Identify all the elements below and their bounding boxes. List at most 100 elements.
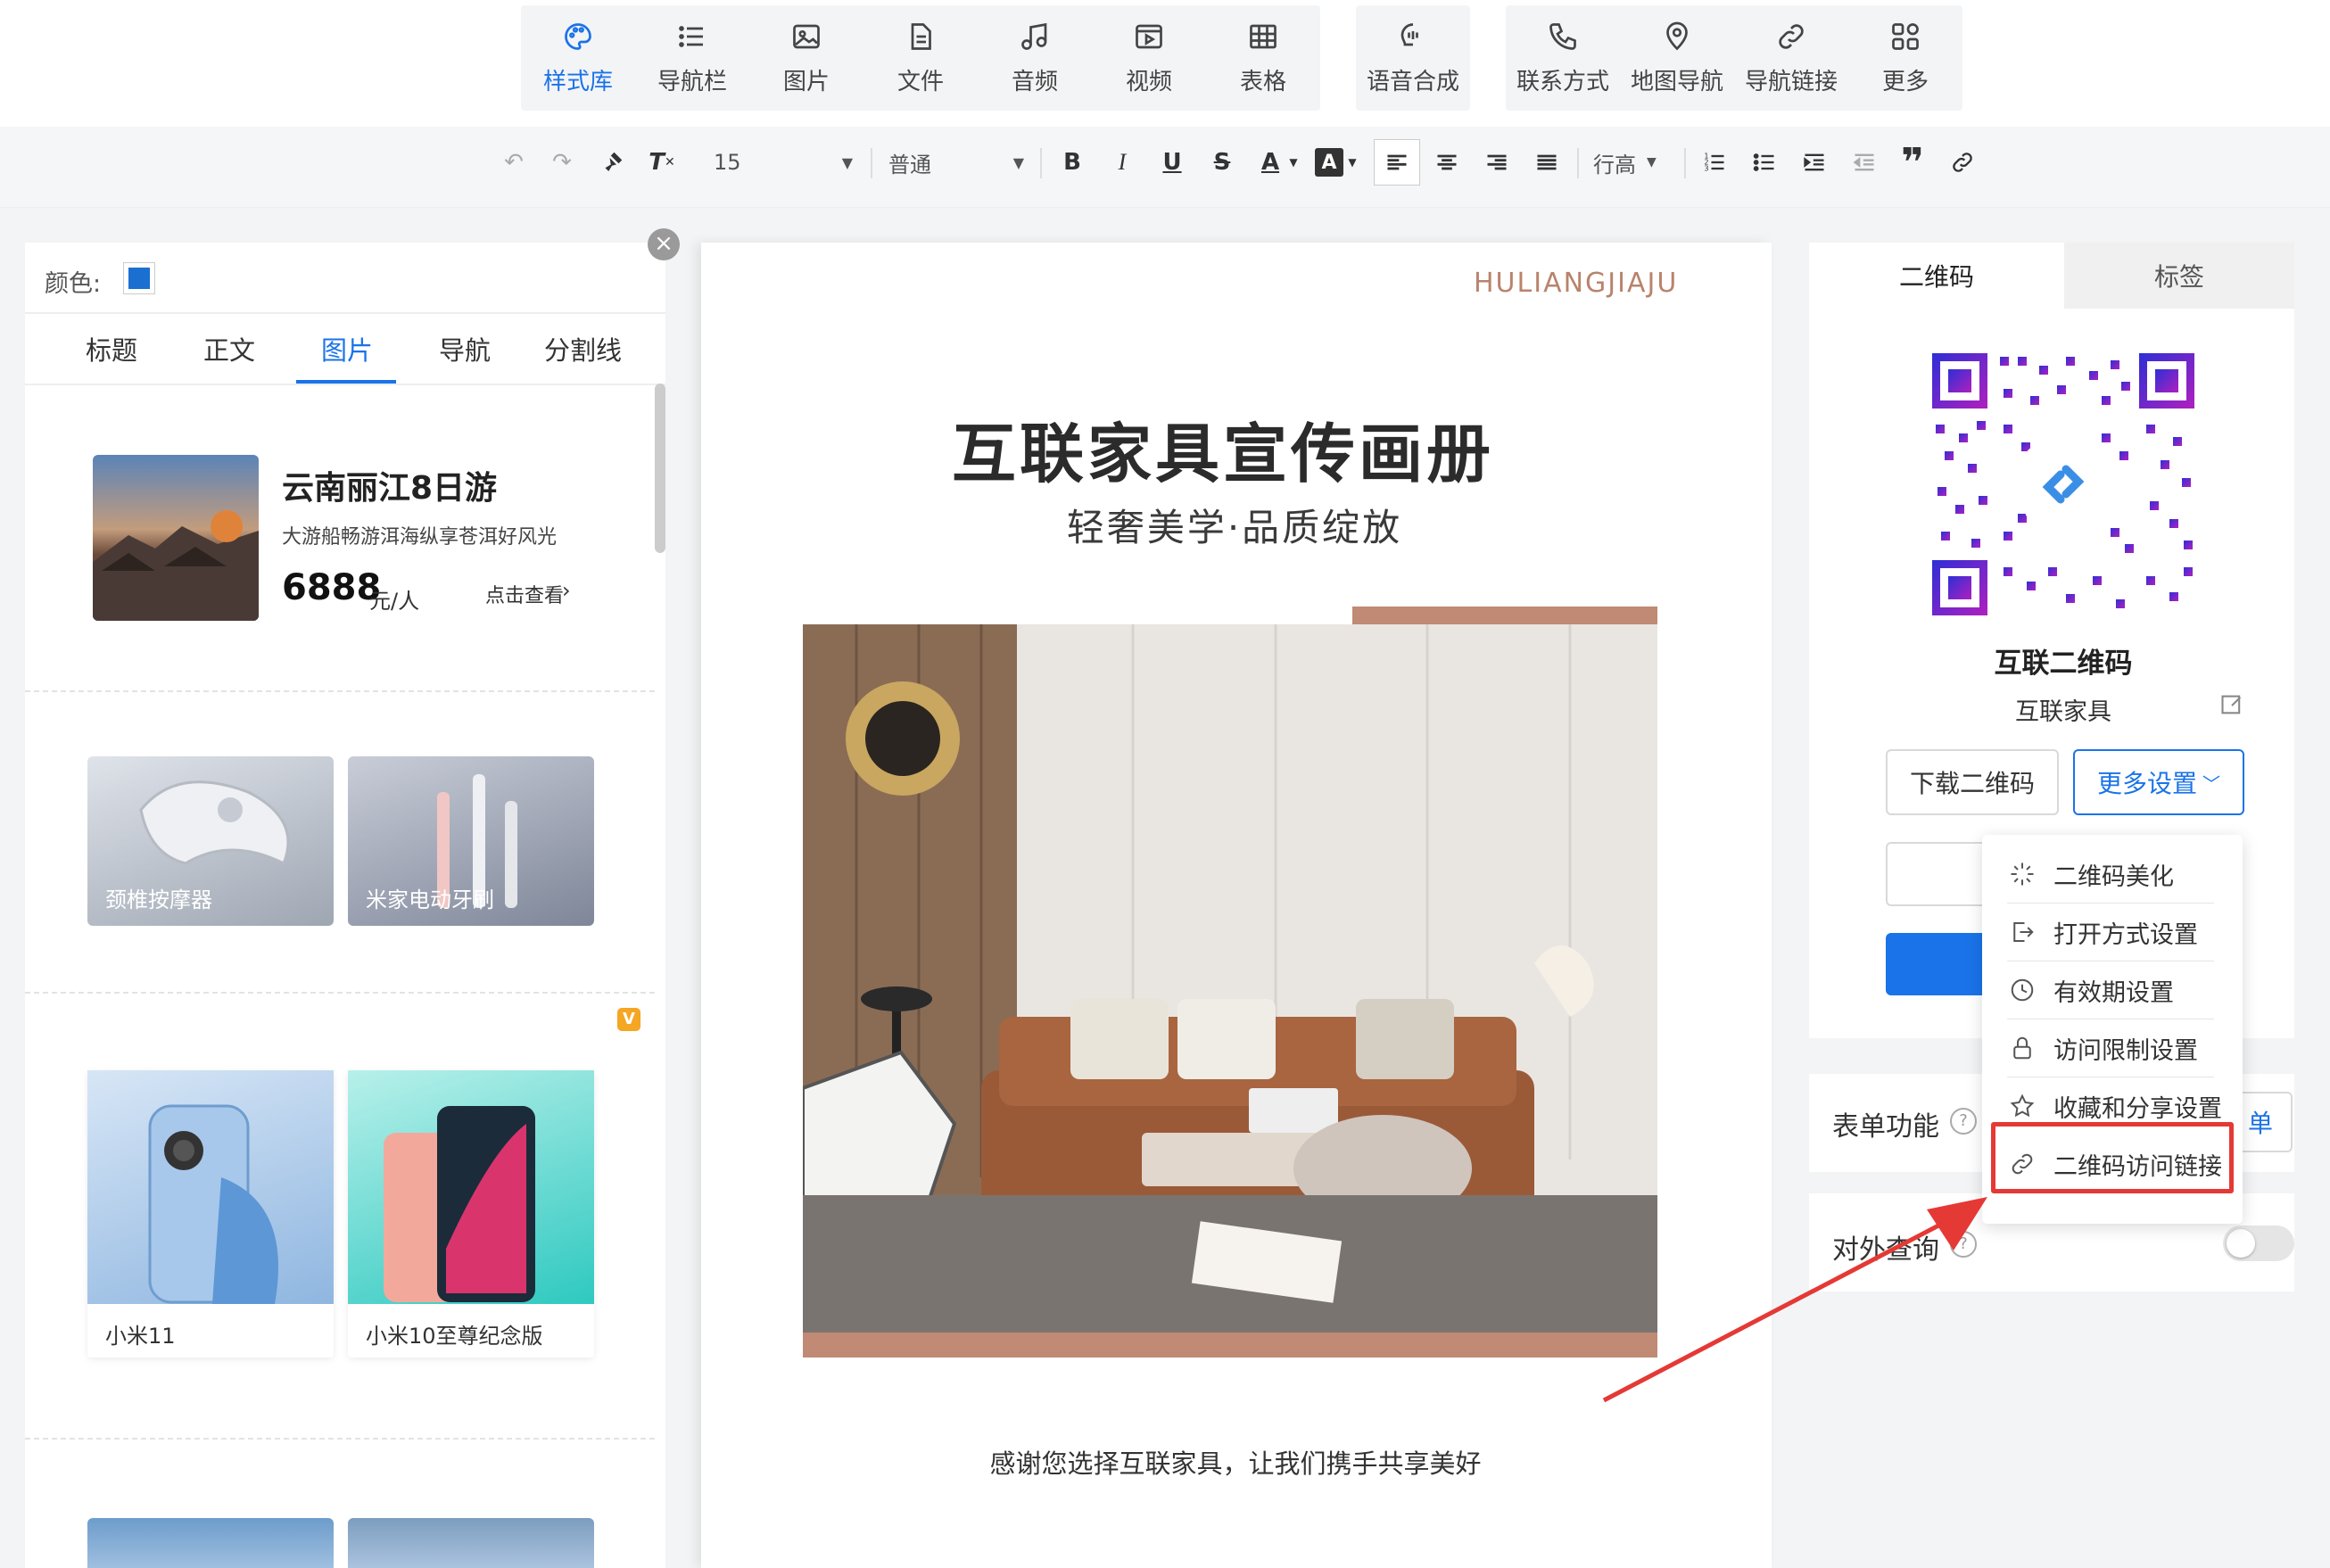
redo-icon[interactable]: ↷ [544, 144, 580, 180]
indent-decrease-icon[interactable] [1848, 144, 1880, 180]
tab-qrcode[interactable]: 二维码 [1809, 243, 2064, 309]
toolbar-audio[interactable]: 音频 [978, 5, 1092, 111]
align-center-button[interactable] [1431, 144, 1463, 180]
product-card-label: 小米11 [105, 1324, 176, 1349]
chevron-right-icon: › [562, 578, 571, 603]
file-icon [911, 22, 931, 50]
caret-down-icon[interactable]: ▼ [1345, 144, 1359, 180]
product-card-image[interactable]: 颈椎按摩器 [87, 756, 334, 926]
strikethrough-button[interactable]: S [1206, 144, 1238, 180]
travel-card-price: 6888 [282, 567, 382, 608]
tab-nav[interactable]: 导航 [439, 330, 491, 367]
font-size-select[interactable]: 15 ▼ [714, 141, 856, 184]
caret-down-icon[interactable]: ▼ [1286, 144, 1301, 180]
toolbar-table[interactable]: 表格 [1206, 5, 1320, 111]
toolbar-style-library[interactable]: 样式库 [521, 5, 635, 111]
toolbar-image[interactable]: 图片 [749, 5, 863, 111]
toolbar-navbar[interactable]: 导航栏 [635, 5, 749, 111]
close-panel-button[interactable]: × [648, 228, 680, 260]
toolbar-speech-synthesis[interactable]: 语音合成 [1356, 5, 1470, 111]
living-room-photo [801, 624, 1657, 1333]
font-color-button[interactable]: A [1254, 144, 1286, 180]
paragraph-style-select[interactable]: 普通 ▼ [888, 141, 1024, 184]
toolbar-contact[interactable]: 联系方式 [1506, 5, 1620, 111]
toolbar-video[interactable]: 视频 [1092, 5, 1206, 111]
speech-icon [1400, 22, 1418, 45]
format-painter-icon[interactable] [594, 144, 630, 180]
align-left-button[interactable] [1374, 139, 1420, 186]
menu-item-qr-beautify[interactable]: 二维码美化 [2009, 847, 2241, 901]
line-height-select[interactable]: 行高 ▼ [1593, 141, 1673, 184]
tab-body[interactable]: 正文 [203, 330, 255, 367]
ordered-list-icon[interactable]: 123 [1698, 144, 1731, 180]
divider [25, 384, 665, 385]
toolbar-nav-link[interactable]: 导航链接 [1734, 5, 1848, 111]
color-label: 颜色: [45, 270, 102, 298]
align-right-button[interactable] [1481, 144, 1513, 180]
toolbar-group-speech: 语音合成 [1356, 5, 1470, 111]
list-icon [679, 25, 703, 47]
toolbar-file[interactable]: 文件 [863, 5, 978, 111]
qr-code-image[interactable] [1932, 353, 2194, 615]
menu-item-label: 访问限制设置 [2053, 1036, 2198, 1065]
form-function-label: 表单功能 [1832, 1111, 1939, 1143]
more-settings-button[interactable]: 更多设置 ﹀ [2073, 749, 2244, 815]
open-external-icon [2013, 922, 2034, 942]
undo-icon[interactable]: ↶ [496, 144, 532, 180]
product-card-label: 米家电动牙刷 [366, 887, 494, 912]
bold-button[interactable]: B [1056, 144, 1088, 180]
color-swatch[interactable] [123, 262, 155, 294]
tab-tags[interactable]: 标签 [2064, 243, 2294, 309]
travel-card-image[interactable] [93, 455, 259, 621]
menu-item-label: 二维码美化 [2053, 862, 2174, 891]
toolbar-more[interactable]: 更多 [1848, 5, 1962, 111]
align-justify-button[interactable] [1531, 144, 1563, 180]
toolbar-map-nav[interactable]: 地图导航 [1620, 5, 1734, 111]
tab-divider[interactable]: 分割线 [544, 330, 622, 367]
qr-name: 互联家具 [2015, 698, 2111, 726]
edit-icon[interactable] [2219, 692, 2244, 717]
product-card-image[interactable] [87, 1518, 334, 1568]
travel-card-link[interactable]: 点击查看 [485, 580, 564, 608]
menu-item-access-limit[interactable]: 访问限制设置 [2009, 1021, 2241, 1075]
toolbar-label: 音频 [1011, 68, 1058, 95]
palette-icon [565, 22, 591, 50]
font-size-value: 15 [714, 150, 741, 175]
caret-down-icon: ▼ [1647, 155, 1657, 169]
svg-text:3: 3 [1704, 163, 1708, 172]
product-card[interactable]: 小米11 [87, 1070, 334, 1358]
tab-qrcode-label: 二维码 [1898, 262, 1974, 292]
divider [2007, 903, 2214, 904]
menu-item-label: 有效期设置 [2053, 978, 2174, 1007]
product-card[interactable]: 小米10至尊纪念版 [348, 1070, 594, 1358]
bullet-list-icon[interactable] [1748, 144, 1781, 180]
hero-image-frame[interactable] [801, 624, 1657, 1358]
tab-title[interactable]: 标题 [86, 330, 137, 367]
divider [1577, 148, 1579, 178]
menu-item-validity[interactable]: 有效期设置 [2009, 963, 2241, 1017]
scrollbar-thumb[interactable] [655, 384, 665, 553]
travel-card-unit: 元/人 [369, 589, 420, 614]
product-card-image [348, 1070, 594, 1304]
download-qr-button[interactable]: 下载二维码 [1886, 749, 2059, 815]
star-icon [2010, 1093, 2035, 1118]
video-icon [1136, 24, 1162, 48]
download-qr-label: 下载二维码 [1909, 769, 2035, 798]
underline-button[interactable]: U [1156, 144, 1188, 180]
color-swatch-fill [128, 268, 150, 289]
public-query-toggle[interactable] [2223, 1226, 2294, 1261]
insert-link-icon[interactable] [1946, 144, 1979, 180]
quote-button[interactable]: ❞ [1896, 140, 1929, 186]
annotation-arrow [1602, 1197, 1987, 1403]
clear-format-icon[interactable]: T ✕ [644, 144, 680, 180]
background-color-button[interactable]: A [1315, 148, 1343, 177]
italic-button[interactable]: I [1106, 144, 1138, 180]
indent-increase-icon[interactable] [1798, 144, 1830, 180]
tab-image[interactable]: 图片 [321, 330, 373, 367]
divider [25, 312, 665, 314]
product-card-image[interactable] [348, 1518, 594, 1568]
chevron-down-icon: ﹀ [2202, 772, 2220, 795]
product-card-image[interactable]: 米家电动牙刷 [348, 756, 594, 926]
help-icon[interactable]: ? [1950, 1108, 1977, 1135]
menu-item-open-mode[interactable]: 打开方式设置 [2009, 905, 2241, 959]
